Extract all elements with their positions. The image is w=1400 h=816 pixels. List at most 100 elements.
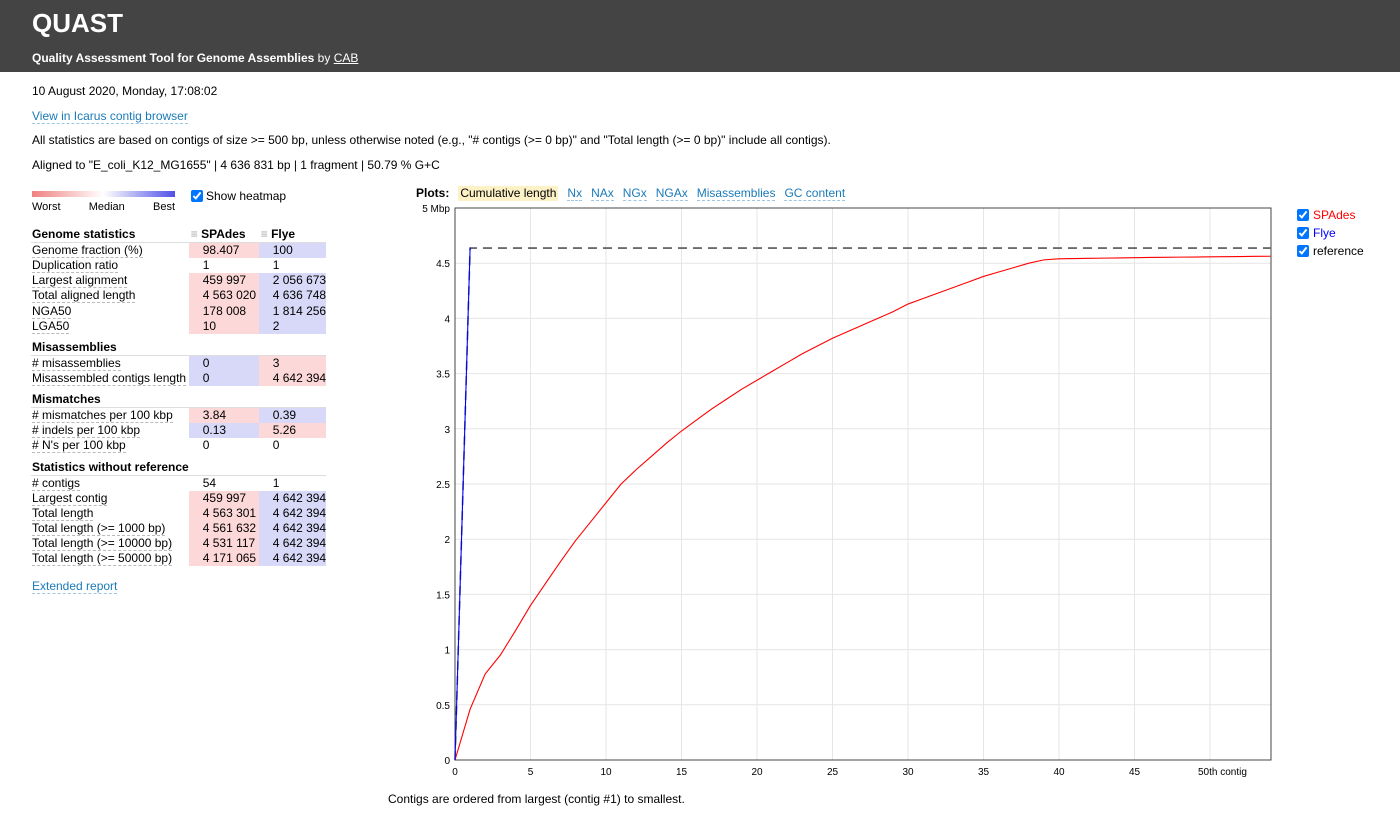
- app-subtitle: Quality Assessment Tool for Genome Assem…: [32, 51, 315, 65]
- column-header[interactable]: ≡ Flye: [258, 227, 327, 243]
- table-row: Largest contig 459 997 4 642 394: [31, 490, 327, 506]
- row-label: Largest contig: [32, 490, 108, 506]
- by-text: by: [317, 51, 331, 65]
- x-tick-label: 20: [751, 767, 763, 778]
- series-toggle-checkbox[interactable]: [1297, 227, 1309, 239]
- y-tick-label: 0.5: [436, 701, 450, 712]
- y-tick-label: 3: [444, 425, 450, 436]
- cell-value: 1 814 256: [258, 303, 327, 319]
- stats-table: Genome statistics ≡ SPAdes ≡ Flye Genome fr…: [31, 227, 327, 567]
- cell-value: 4 642 394: [258, 490, 327, 506]
- table-row: # contigs 54 1: [31, 475, 326, 491]
- cell-value: 4 531 117: [188, 536, 259, 552]
- x-tick-label: 25: [827, 767, 839, 778]
- plot-tab[interactable]: Nx: [567, 186, 583, 201]
- row-label: # mismatches per 100 kbp: [32, 408, 173, 424]
- cell-value: 4 642 394: [258, 551, 327, 567]
- group-title: Genome statistics: [31, 227, 189, 243]
- plot-tab[interactable]: NAx: [591, 186, 614, 201]
- x-tick-label: 10: [600, 767, 612, 778]
- row-label: # misassemblies: [32, 355, 121, 371]
- table-row: Total aligned length 4 563 020 4 636 748: [31, 288, 327, 304]
- table-row: # indels per 100 kbp 0.13 5.26: [31, 423, 327, 439]
- cell-value: 54: [202, 475, 217, 490]
- legend-item[interactable]: reference: [1297, 242, 1364, 260]
- show-heatmap-checkbox[interactable]: [191, 190, 203, 202]
- column-name: Flye: [271, 227, 296, 241]
- x-tick-label: 30: [902, 767, 914, 778]
- worst-label: Worst: [32, 201, 61, 213]
- extended-report-link[interactable]: Extended report: [32, 579, 118, 594]
- cell-value: 4 561 632: [188, 520, 259, 537]
- cell-value: 1: [272, 475, 280, 490]
- cell-value: 4 563 301: [188, 505, 259, 521]
- chart-legend: SPAdes Flye reference: [1297, 206, 1364, 260]
- table-row: NGA50 178 008 1 814 256: [31, 303, 327, 319]
- table-row: Misassembled contigs length 0 4 642 394: [31, 370, 327, 387]
- series-toggle-checkbox[interactable]: [1297, 209, 1309, 221]
- author-link[interactable]: CAB: [334, 51, 359, 65]
- plot-tab[interactable]: GC content: [784, 186, 846, 201]
- row-label: # indels per 100 kbp: [32, 423, 141, 439]
- plot-tab[interactable]: NGAx: [655, 186, 688, 201]
- cell-value: 5.26: [258, 423, 327, 439]
- cell-value: 100: [258, 242, 327, 258]
- y-tick-label: 1.5: [436, 590, 450, 601]
- cell-value: 4 642 394: [258, 520, 327, 537]
- x-tick-label: 15: [676, 767, 688, 778]
- row-label: Genome fraction (%): [32, 243, 143, 258]
- row-label: # N's per 100 kbp: [32, 438, 126, 454]
- cell-value: 4 642 394: [258, 370, 327, 387]
- x-tick-label: 5: [528, 767, 534, 778]
- show-heatmap-label: Show heatmap: [206, 189, 287, 203]
- table-row: LGA50 10 2: [31, 318, 327, 334]
- series-toggle-checkbox[interactable]: [1297, 245, 1309, 257]
- row-label: Total length (>= 1000 bp): [32, 520, 166, 536]
- group-header: Statistics without reference: [31, 453, 327, 476]
- cell-value: 4 171 065: [188, 551, 259, 567]
- cell-value: 2: [258, 318, 327, 334]
- plot-tab[interactable]: Cumulative length: [458, 186, 559, 201]
- table-row: Total length (>= 10000 bp) 4 531 117 4 642…: [31, 536, 327, 552]
- cumulative-length-chart: 0 0.5 1 1.5 2 2.5 3 3.5 4 4.5 5 Mbp 0 5 10 15 20 25 30 35 4…: [422, 204, 1272, 778]
- row-label: Largest alignment: [32, 273, 128, 289]
- heatmap-gradient: [32, 191, 175, 197]
- cell-value: 4 642 394: [258, 505, 327, 521]
- legend-item[interactable]: SPAdes: [1297, 206, 1364, 224]
- plot-tab[interactable]: Misassemblies: [696, 186, 776, 201]
- row-label: NGA50: [32, 303, 72, 319]
- cell-value: 459 997: [188, 273, 259, 289]
- table-row: Total length 4 563 301 4 642 394: [31, 505, 327, 521]
- show-heatmap-toggle[interactable]: Show heatmap: [191, 189, 286, 203]
- cell-value: 0: [188, 355, 259, 371]
- legend-label: reference: [1313, 244, 1364, 258]
- group-header: Misassemblies: [31, 333, 327, 356]
- cell-value: 0: [202, 438, 210, 453]
- table-row: # mismatches per 100 kbp 3.84 0.39: [31, 407, 327, 424]
- row-label: Total length (>= 10000 bp): [32, 536, 173, 552]
- row-label: Total length: [32, 505, 94, 521]
- legend-item[interactable]: Flye: [1297, 224, 1364, 242]
- x-tick-label: 0: [452, 767, 458, 778]
- icarus-link[interactable]: View in Icarus contig browser: [32, 109, 188, 124]
- table-row: # N's per 100 kbp 0 0: [31, 438, 326, 454]
- y-tick-label: 0: [444, 756, 450, 767]
- x-tick-label: 40: [1053, 767, 1065, 778]
- best-label: Best: [152, 201, 175, 213]
- column-header[interactable]: ≡ SPAdes: [188, 227, 259, 243]
- y-tick-label: 4: [444, 314, 450, 325]
- cell-value: 1: [202, 258, 210, 273]
- median-label: Median: [88, 201, 125, 213]
- cell-value: 459 997: [188, 490, 259, 506]
- cell-value: 0: [272, 438, 280, 453]
- plot-tab[interactable]: NGx: [622, 186, 647, 201]
- cell-value: 4 642 394: [258, 536, 327, 552]
- footer-note: Contigs are ordered from largest (contig…: [388, 792, 685, 806]
- cell-value: 4 636 748: [258, 288, 327, 304]
- cell-value: 0.13: [188, 423, 259, 439]
- legend-label: SPAdes: [1313, 208, 1356, 222]
- cell-value: 10: [188, 318, 259, 334]
- table-row: Genome fraction (%) 98.407 100: [31, 242, 327, 258]
- group-title: Mismatches: [31, 386, 189, 409]
- row-label: Total aligned length: [32, 288, 136, 304]
